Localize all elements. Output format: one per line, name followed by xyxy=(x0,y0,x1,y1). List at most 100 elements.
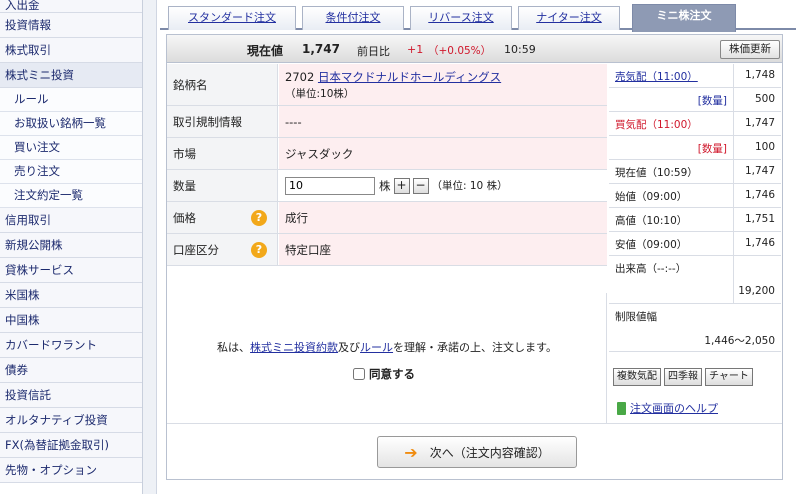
account-value: 特定口座 xyxy=(279,234,607,265)
volume-label: 出来高（--:--） xyxy=(615,263,687,275)
rules-link[interactable]: ルール xyxy=(360,341,393,354)
agree-checkbox[interactable] xyxy=(353,368,365,380)
sidebar-item-bonds[interactable]: 債券 xyxy=(0,358,142,383)
board-row-current: 現在値（10:59） 1,747 xyxy=(609,160,781,184)
board-row-buy-quote: 買気配（11:00） 1,747 xyxy=(609,112,781,136)
high-label: 高値（10:10） xyxy=(615,215,688,227)
sidebar-subitem-order-list[interactable]: 注文約定一覧 xyxy=(0,184,142,208)
sidebar-nav: 入出金 投資情報 株式取引 株式ミニ投資 ルール お取扱い銘柄一覧 買い注文 売… xyxy=(0,0,143,494)
tab-conditional-order[interactable]: 条件付注文 xyxy=(302,6,404,30)
sidebar-item-margin[interactable]: 信用取引 xyxy=(0,208,142,233)
sell-quote-label[interactable]: 売気配（11:00） xyxy=(615,69,698,84)
question-icon[interactable]: ? xyxy=(251,209,267,226)
market-label: 市場 xyxy=(167,138,278,169)
sidebar-item-fx[interactable]: FX(為替証拠金取引) xyxy=(0,433,142,458)
tab-standard-order[interactable]: スタンダード注文 xyxy=(168,6,296,30)
order-panel: 現在値 1,747 前日比 +1 （+0.05%） 10:59 株価更新 銘柄名… xyxy=(166,34,783,480)
sidebar-subitem-handled-stocks[interactable]: お取扱い銘柄一覧 xyxy=(0,112,142,136)
current-price-value: 1,747 xyxy=(302,42,340,56)
open-label: 始値（09:00） xyxy=(615,191,688,203)
sidebar-item-investment-info[interactable]: 投資情報 xyxy=(0,13,142,38)
board-row-high: 高値（10:10） 1,751 xyxy=(609,208,781,232)
order-help-link[interactable]: 注文画面のヘルプ xyxy=(630,400,718,416)
agreement-area: 私は、株式ミニ投資約款及びルールを理解・承諾の上、注文します。 同意する xyxy=(167,293,607,423)
sidebar-item-us-stock[interactable]: 米国株 xyxy=(0,283,142,308)
quantity-minus-button[interactable]: − xyxy=(412,177,429,194)
market-value: ジャスダック xyxy=(279,138,607,169)
sidebar-item-covered-warrant[interactable]: カバードワラント xyxy=(0,333,142,358)
help-book-icon xyxy=(617,401,626,415)
volume-value: 19,200 xyxy=(738,285,775,297)
multi-quote-button[interactable]: 複数気配 xyxy=(613,368,661,386)
price-time: 10:59 xyxy=(504,43,536,56)
stock-unit: （単位:10株） xyxy=(285,87,355,100)
sell-quote-value: 1,748 xyxy=(744,69,775,81)
current-value: 1,747 xyxy=(744,165,775,177)
sidebar-item-china-stock[interactable]: 中国株 xyxy=(0,308,142,333)
question-icon[interactable]: ? xyxy=(251,241,267,258)
order-help: 注文画面のヘルプ xyxy=(617,400,718,416)
board-row-buy-qty: [数量] 100 xyxy=(609,136,781,160)
tab-reverse-order[interactable]: リバース注文 xyxy=(410,6,512,30)
open-value: 1,746 xyxy=(744,189,775,201)
sidebar-item-futures[interactable]: 先物・オプション xyxy=(0,458,142,483)
sidebar-item-alternative[interactable]: オルタナティブ投資 xyxy=(0,408,142,433)
arrow-right-icon: ➔ xyxy=(404,442,418,462)
sidebar-subitem-sell-order[interactable]: 売り注文 xyxy=(0,160,142,184)
order-form: 銘柄名 2702 日本マクドナルドホールディングス （単位:10株） 取引規制情… xyxy=(167,64,607,266)
quantity-input[interactable] xyxy=(285,176,375,195)
board-row-sell-quote: 売気配（11:00） 1,748 xyxy=(609,64,781,88)
chart-button[interactable]: チャート xyxy=(705,368,753,386)
sidebar-item-mini-stock[interactable]: 株式ミニ投資 xyxy=(0,63,142,88)
change-percent: （+0.05%） xyxy=(428,45,492,57)
sell-qty-value: 500 xyxy=(754,93,775,105)
low-label: 安値（09:00） xyxy=(615,239,688,251)
sidebar-item-deposit[interactable]: 入出金 xyxy=(0,0,142,13)
sidebar-item-stock-trading[interactable]: 株式取引 xyxy=(0,38,142,63)
next-button[interactable]: ➔ 次へ（注文内容確認） xyxy=(377,436,577,468)
sidebar-subitem-buy-order[interactable]: 買い注文 xyxy=(0,136,142,160)
sidebar-subitem-rules[interactable]: ルール xyxy=(0,88,142,112)
sidebar-item-lending[interactable]: 貸株サービス xyxy=(0,258,142,283)
high-value: 1,751 xyxy=(744,213,775,225)
quantity-label: 数量 xyxy=(167,170,278,201)
price-bar: 現在値 1,747 前日比 +1 （+0.05%） 10:59 株価更新 xyxy=(167,35,782,63)
tab-nighter-order[interactable]: ナイター注文 xyxy=(518,6,620,30)
sidebar-item-ipo[interactable]: 新規公開株 xyxy=(0,233,142,258)
board-buttons: 複数気配 四季報 チャート xyxy=(609,368,781,386)
agree-checkbox-wrapper[interactable]: 同意する xyxy=(353,366,415,382)
form-row-market: 市場 ジャスダック xyxy=(167,138,607,170)
buy-quote-value: 1,747 xyxy=(744,117,775,129)
current-label: 現在値（10:59） xyxy=(615,167,698,179)
change-label: 前日比 xyxy=(357,45,390,58)
form-row-quantity: 数量 株 + − （単位: 10 株） xyxy=(167,170,607,202)
shikiho-button[interactable]: 四季報 xyxy=(664,368,702,386)
stock-code: 2702 xyxy=(285,69,315,84)
board-row-limit-value: 1,446〜2,050 xyxy=(609,328,781,352)
sell-qty-label: [数量] xyxy=(697,95,727,107)
quantity-unit-note: （単位: 10 株） xyxy=(431,180,508,192)
quantity-suffix: 株 xyxy=(379,178,391,193)
low-value: 1,746 xyxy=(744,237,775,249)
board-row-open: 始値（09:00） 1,746 xyxy=(609,184,781,208)
tab-mini-stock-order[interactable]: ミニ株注文 xyxy=(632,4,736,32)
price-value: 成行 xyxy=(279,202,607,233)
buy-quote-label[interactable]: 買気配（11:00） xyxy=(615,117,698,132)
terms-link[interactable]: 株式ミニ投資約款 xyxy=(250,341,338,354)
quantity-plus-button[interactable]: + xyxy=(393,177,410,194)
refresh-price-button[interactable]: 株価更新 xyxy=(720,40,780,59)
form-row-stock: 銘柄名 2702 日本マクドナルドホールディングス （単位:10株） xyxy=(167,64,607,106)
regulation-label: 取引規制情報 xyxy=(167,106,278,137)
current-price-label: 現在値 xyxy=(247,44,284,58)
board-row-low: 安値（09:00） 1,746 xyxy=(609,232,781,256)
account-label: 口座区分 xyxy=(173,242,219,257)
stock-name-label: 銘柄名 xyxy=(167,64,278,105)
board-row-volume-value: 19,200 xyxy=(609,280,781,304)
buy-qty-label: [数量] xyxy=(697,143,727,155)
board-row-volume-label: 出来高（--:--） xyxy=(609,256,781,280)
stock-name-link[interactable]: 日本マクドナルドホールディングス xyxy=(318,70,501,84)
sidebar-item-mutual-funds[interactable]: 投資信託 xyxy=(0,383,142,408)
form-row-account: 口座区分 ? 特定口座 xyxy=(167,234,607,266)
form-row-regulation: 取引規制情報 ---- xyxy=(167,106,607,138)
bottom-action-bar: ➔ 次へ（注文内容確認） xyxy=(167,423,782,479)
